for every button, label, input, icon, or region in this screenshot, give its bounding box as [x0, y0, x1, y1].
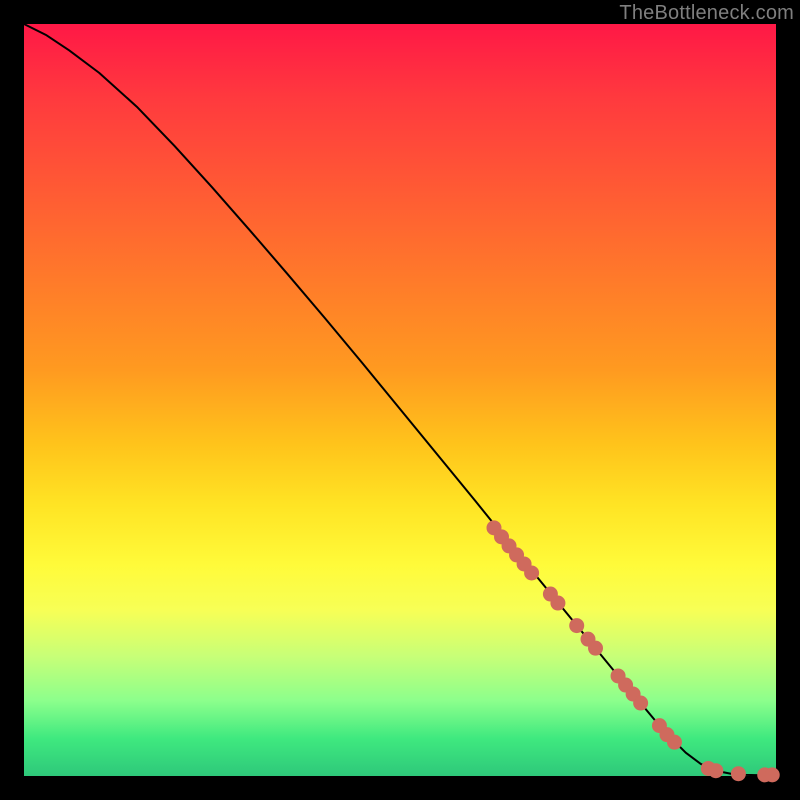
chart-frame: TheBottleneck.com [0, 0, 800, 800]
data-marker [525, 566, 539, 580]
watermark-text: TheBottleneck.com [619, 2, 794, 25]
data-marker [709, 764, 723, 778]
data-marker [765, 768, 779, 782]
data-marker [731, 767, 745, 781]
data-marker [634, 696, 648, 710]
data-marker [570, 619, 584, 633]
data-marker [589, 641, 603, 655]
data-markers [487, 521, 779, 782]
bottleneck-curve [24, 24, 776, 775]
data-marker [667, 735, 681, 749]
chart-overlay [24, 24, 776, 776]
data-marker [551, 596, 565, 610]
